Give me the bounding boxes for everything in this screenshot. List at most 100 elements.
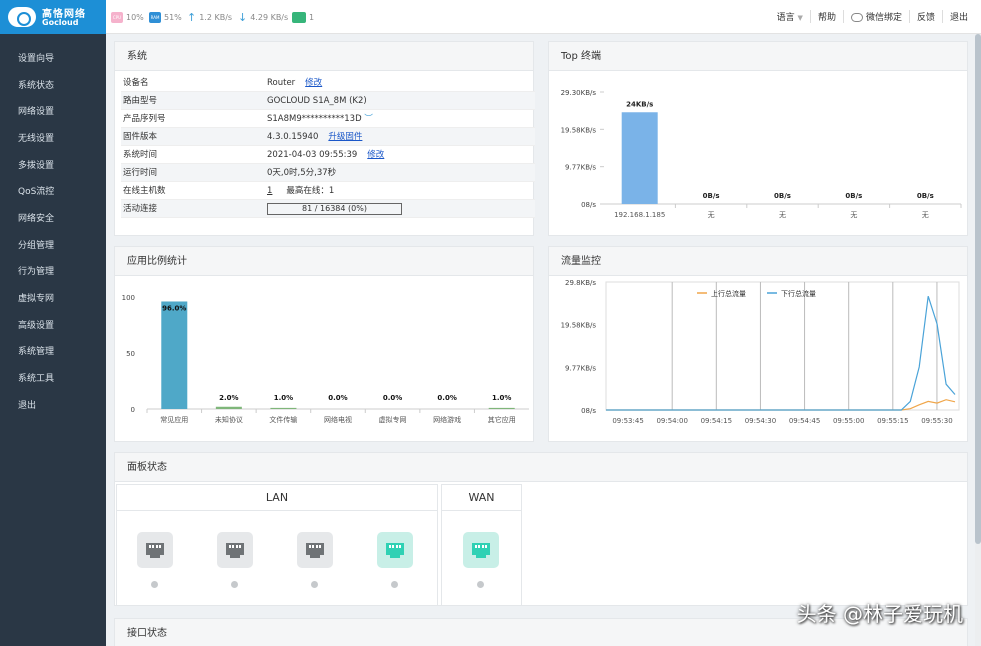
system-time-value: 2021-04-03 09:55:39 <box>267 150 358 160</box>
firmware-value: 4.3.0.15940 <box>267 132 319 142</box>
ram-icon: RAM <box>149 11 161 23</box>
feedback-link[interactable]: 反馈 <box>908 10 942 23</box>
traffic-panel: 流量监控 08/s 9.77KB/s 19.58KB/s 29.8KB/s 09:53:… <box>548 246 968 442</box>
y-tick-label: 50 <box>126 350 135 358</box>
bar-value-label: 1.0% <box>492 394 511 402</box>
upgrade-firmware-link[interactable]: 升级固件 <box>328 132 362 142</box>
traffic-title: 流量监控 <box>549 247 967 276</box>
sidebar-item-advanced[interactable]: 高级设置 <box>18 318 54 331</box>
upload-value: 1.2 KB/s <box>199 12 233 22</box>
scrollbar-thumb[interactable] <box>975 34 981 544</box>
sidebar-item-system-status[interactable]: 系统状态 <box>18 78 54 91</box>
sidebar-item-groups[interactable]: 分组管理 <box>18 238 54 251</box>
top-terminals-chart: 08/s 9.77KB/s 19.58KB/s 29.30KB/s 24KB/s 192.… <box>561 89 962 219</box>
bar <box>161 301 188 409</box>
x-tick-label: 虚拟专网 <box>379 415 407 424</box>
x-tick-label: 其它应用 <box>488 415 516 424</box>
panel-status-panel: 面板状态 LAN WAN <box>114 452 968 606</box>
sys-key: 在线主机数 <box>123 186 166 196</box>
sidebar-item-exit[interactable]: 退出 <box>18 398 36 411</box>
lan-label: LAN <box>117 485 437 511</box>
sidebar-item-multidial[interactable]: 多拨设置 <box>18 158 54 171</box>
eye-toggle-icon[interactable]: ︶ <box>364 114 373 124</box>
x-tick-label: 网络游戏 <box>433 415 461 424</box>
cpu-usage: CPU 10% <box>111 11 144 23</box>
connections-progress-bar: 81 / 16384 (0%) <box>267 202 402 215</box>
sys-value: 2021-04-03 09:55:39 修改 <box>267 146 384 164</box>
sys-row-online-hosts: 在线主机数 1 最高在线：1 <box>121 182 535 200</box>
language-menu[interactable]: 语言 ▼ <box>770 10 810 23</box>
download-value: 4.29 KB/s <box>250 12 289 22</box>
sidebar: 设置向导 系统状态 网络设置 无线设置 多拨设置 QoS流控 网络安全 分组管理… <box>0 34 106 646</box>
legend-label: 下行总流量 <box>781 289 816 298</box>
y-tick-label: 08/s <box>581 201 596 209</box>
sidebar-item-security[interactable]: 网络安全 <box>18 211 54 224</box>
sidebar-item-system-tools[interactable]: 系统工具 <box>18 371 54 384</box>
terminal-count[interactable]: 1 <box>292 11 314 23</box>
ethernet-port-icon <box>472 543 490 558</box>
system-panel-title: 系统 <box>115 42 533 71</box>
wan-label: WAN <box>442 485 521 511</box>
sidebar-item-system-mgmt[interactable]: 系统管理 <box>18 344 54 357</box>
wechat-icon <box>850 13 863 22</box>
x-tick-label: 未知协议 <box>215 415 243 424</box>
terminal-count-value: 1 <box>309 12 315 22</box>
top-terminals-title: Top 终端 <box>549 42 967 71</box>
ethernet-port-icon <box>386 543 404 558</box>
edit-device-name-link[interactable]: 修改 <box>305 78 322 88</box>
bar <box>215 406 242 409</box>
brand-logo[interactable]: 高恪网络 Gocloud <box>0 0 106 34</box>
sys-value: 1 最高在线：1 <box>267 182 334 200</box>
app-stats-chart: 0 50 100 96.0% 常见应用 2.0% 未知协议 1.0% 文件传输 0.0% 网络电视 0… <box>122 294 529 424</box>
lan-port-3 <box>297 532 333 568</box>
bar-value-label: 96.0% <box>162 304 186 312</box>
legend-label: 上行总流量 <box>711 289 746 298</box>
cpu-value: 10% <box>126 12 144 22</box>
y-tick-label: 9.77KB/s <box>565 164 596 172</box>
sidebar-item-vpn[interactable]: 虚拟专网 <box>18 291 54 304</box>
x-tick-label: 192.168.1.185 <box>614 211 665 219</box>
top-nav: 语言 ▼ 帮助 微信绑定 反馈 退出 <box>770 10 975 23</box>
sys-key: 路由型号 <box>123 96 158 106</box>
x-tick-label: 09:53:45 <box>612 417 643 425</box>
edit-time-link[interactable]: 修改 <box>367 150 384 160</box>
bar-value-label: 24KB/s <box>626 100 653 108</box>
sidebar-item-network[interactable]: 网络设置 <box>18 104 54 117</box>
sys-value: S1A8M9**********13D ︶ <box>267 110 373 128</box>
online-hosts-link[interactable]: 1 <box>267 186 272 196</box>
x-tick-label: 09:55:15 <box>877 417 908 425</box>
ram-value: 51% <box>164 12 182 22</box>
cpu-icon: CPU <box>111 11 123 23</box>
x-tick-label: 常见应用 <box>160 415 188 424</box>
plot-frame <box>605 281 960 411</box>
bar-value-label: 0.0% <box>383 394 402 402</box>
bar <box>621 112 658 204</box>
bar <box>488 407 515 409</box>
x-tick-label: 文件传输 <box>269 415 297 424</box>
y-tick-label: 08/s <box>581 407 596 415</box>
sidebar-item-behavior[interactable]: 行为管理 <box>18 264 54 277</box>
lan-port-2 <box>217 532 253 568</box>
ethernet-port-icon <box>146 543 164 558</box>
wechat-bind-link[interactable]: 微信绑定 <box>842 10 909 23</box>
ram-usage: RAM 51% <box>149 11 182 23</box>
sys-key: 系统时间 <box>123 150 158 160</box>
download-speed: ↓ 4.29 KB/s <box>238 11 288 23</box>
bar-value-label: 0B/s <box>774 192 791 200</box>
sidebar-item-wireless[interactable]: 无线设置 <box>18 131 54 144</box>
help-link[interactable]: 帮助 <box>809 10 843 23</box>
port-status-led <box>311 581 318 588</box>
app-stats-title: 应用比例统计 <box>115 247 533 276</box>
x-tick-label: 09:54:30 <box>745 417 776 425</box>
bar-value-label: 0B/s <box>917 192 934 200</box>
y-tick-label: 9.77KB/s <box>565 364 596 372</box>
bar-value-label: 1.0% <box>274 394 293 402</box>
sys-row-time: 系统时间 2021-04-03 09:55:39 修改 <box>121 146 535 164</box>
sys-key: 运行时间 <box>123 168 158 178</box>
sidebar-item-qos[interactable]: QoS流控 <box>18 184 54 197</box>
wechat-label: 微信绑定 <box>865 13 902 23</box>
sidebar-item-setup-wizard[interactable]: 设置向导 <box>18 51 54 64</box>
sys-value: Router 修改 <box>267 74 322 92</box>
logout-link[interactable]: 退出 <box>941 10 975 23</box>
sys-row-serial: 产品序列号 S1A8M9**********13D ︶ <box>121 110 535 128</box>
